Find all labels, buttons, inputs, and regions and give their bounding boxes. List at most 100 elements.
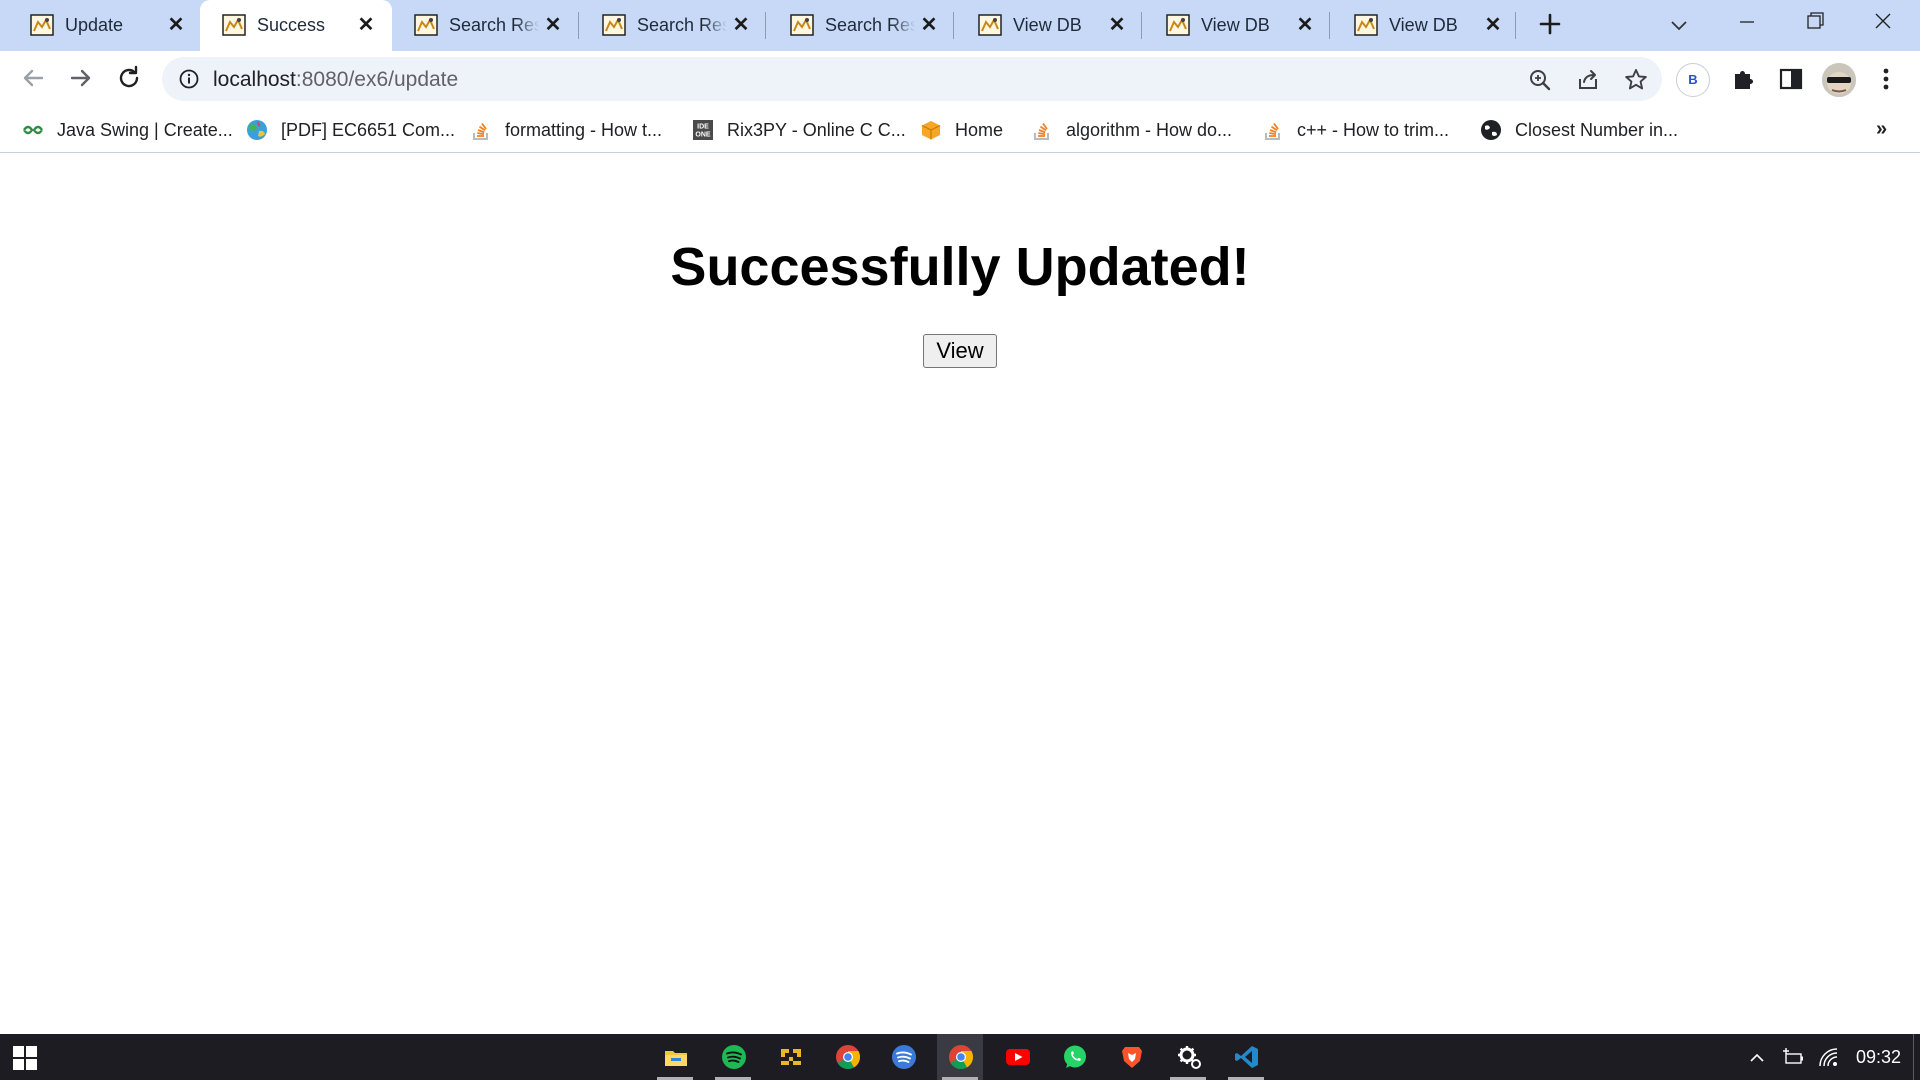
tab-separator — [578, 12, 579, 39]
taskbar-clock[interactable]: 09:32 — [1856, 1047, 1901, 1068]
taskbar-youtube[interactable] — [994, 1034, 1040, 1080]
tomcat-icon — [602, 14, 626, 36]
info-icon[interactable] — [178, 68, 200, 90]
avatar[interactable] — [1822, 63, 1856, 97]
close-icon[interactable]: ✕ — [1106, 13, 1128, 37]
bookmark-item[interactable]: IDE ONE Rix3PY - Online C C... — [692, 107, 906, 153]
reload-icon[interactable] — [112, 61, 146, 95]
taskbar-brave[interactable] — [1108, 1034, 1154, 1080]
bookmark-item[interactable]: Java Swing | Create... — [22, 107, 233, 153]
tomcat-icon — [1166, 14, 1190, 36]
file-explorer-icon — [665, 1051, 687, 1066]
close-icon[interactable]: ✕ — [1482, 13, 1504, 37]
bookmark-item[interactable]: [PDF] EC6651 Com... — [246, 107, 455, 153]
ideone-icon: IDE ONE — [693, 120, 713, 140]
tomcat-icon — [222, 14, 246, 36]
tab-search-results[interactable]: Search Results ✕ — [392, 0, 578, 51]
tab-title: Success — [257, 15, 326, 35]
close-icon[interactable]: ✕ — [355, 13, 377, 37]
settings-icon — [1178, 1046, 1201, 1069]
show-desktop-button[interactable] — [1913, 1034, 1914, 1080]
stackoverflow-icon — [1034, 122, 1049, 140]
taskbar-whatsapp[interactable] — [1051, 1034, 1097, 1080]
tomcat-icon — [30, 14, 54, 36]
forward-arrow-icon[interactable] — [64, 61, 98, 95]
url-text[interactable]: localhost:8080/ex6/update — [213, 68, 458, 92]
whatsapp-icon — [1064, 1045, 1086, 1068]
minimize-icon[interactable] — [1730, 4, 1764, 38]
close-icon[interactable]: ✕ — [1294, 13, 1316, 37]
taskbar-file-explorer[interactable] — [652, 1034, 698, 1080]
zoom-icon[interactable] — [1527, 67, 1553, 93]
tab-view-db[interactable]: View DB ✕ — [1332, 0, 1518, 51]
bookmark-item[interactable]: algorithm - How do... — [1031, 107, 1232, 153]
stackoverflow-icon — [473, 122, 488, 140]
window-close-icon[interactable] — [1866, 4, 1900, 38]
brave-icon — [1122, 1047, 1142, 1068]
close-icon[interactable]: ✕ — [918, 13, 940, 37]
extension-b-badge[interactable]: B — [1676, 63, 1710, 97]
taskbar-vscode[interactable] — [1223, 1034, 1269, 1080]
bookmark-label: [PDF] EC6651 Com... — [281, 119, 456, 140]
back-arrow-icon[interactable] — [16, 61, 50, 95]
bookmark-label: formatting - How t... — [505, 119, 663, 140]
tab-title: View DB — [1201, 15, 1270, 35]
tab-title: Update — [65, 15, 124, 35]
view-button[interactable]: View — [923, 334, 997, 368]
stackoverflow-icon — [1265, 122, 1280, 140]
browser-toolbar: localhost:8080/ex6/update B — [0, 51, 1920, 107]
tab-view-db[interactable]: View DB ✕ — [1144, 0, 1330, 51]
chevron-up-icon[interactable] — [1746, 1047, 1768, 1069]
new-tab-button[interactable] — [1534, 8, 1566, 42]
taskbar-chrome[interactable] — [824, 1034, 870, 1080]
bookmarks-overflow-button[interactable]: » — [1876, 118, 1896, 142]
gfg-icon — [23, 125, 43, 135]
bookmark-item[interactable]: formatting - How t... — [470, 107, 662, 153]
puzzle-extensions-icon[interactable] — [1729, 64, 1759, 94]
taskbar-settings[interactable] — [1165, 1034, 1211, 1080]
close-icon[interactable]: ✕ — [165, 13, 187, 37]
page-title: Successfully Updated! — [670, 237, 1250, 297]
tab-search-results[interactable]: Search Results ✕ — [768, 0, 954, 51]
tab-update[interactable]: Update ✕ — [8, 0, 194, 51]
close-icon[interactable]: ✕ — [542, 13, 564, 37]
taskbar-chrome-active[interactable] — [937, 1034, 983, 1080]
tab-success[interactable]: Success ✕ — [200, 0, 392, 51]
battery-icon[interactable] — [1782, 1047, 1804, 1069]
star-icon[interactable] — [1623, 67, 1649, 93]
vscode-icon — [1235, 1046, 1258, 1068]
windows-start-icon[interactable] — [12, 1045, 38, 1071]
close-icon[interactable]: ✕ — [730, 13, 752, 37]
svg-text:ONE: ONE — [695, 132, 711, 139]
wifi-icon[interactable] — [1818, 1047, 1840, 1069]
tab-search-results[interactable]: Search Results ✕ — [580, 0, 766, 51]
tomcat-icon — [978, 14, 1002, 36]
tab-view-db[interactable]: View DB ✕ — [956, 0, 1142, 51]
address-bar[interactable]: localhost:8080/ex6/update — [162, 57, 1662, 101]
bookmark-item[interactable]: Home — [920, 107, 1003, 153]
taskbar-git[interactable] — [767, 1034, 813, 1080]
bookmark-label: c++ - How to trim... — [1297, 119, 1450, 140]
chevron-down-icon[interactable] — [1664, 10, 1694, 40]
git-icon — [781, 1049, 801, 1065]
taskbar-spotify-alt[interactable] — [880, 1034, 926, 1080]
bookmark-item[interactable]: c++ - How to trim... — [1262, 107, 1449, 153]
bookmark-label: Java Swing | Create... — [57, 119, 233, 140]
bookmark-label: algorithm - How do... — [1066, 119, 1233, 140]
tomcat-icon — [1354, 14, 1378, 36]
spotify-alt-icon — [892, 1045, 916, 1069]
taskbar: 09:32 — [0, 1034, 1920, 1080]
bookmarks-bar: Java Swing | Create... [PDF] EC6651 Com.… — [0, 107, 1920, 153]
restore-icon[interactable] — [1798, 4, 1832, 38]
bookmark-label: Home — [955, 119, 1004, 140]
tomcat-icon — [790, 14, 814, 36]
bookmark-item[interactable]: Closest Number in... — [1480, 107, 1678, 153]
share-icon[interactable] — [1575, 67, 1601, 93]
url-path: :8080/ex6/update — [295, 68, 459, 91]
side-panel-icon[interactable] — [1776, 64, 1806, 94]
kebab-menu-icon[interactable] — [1876, 64, 1896, 94]
tab-title: Search Results — [449, 15, 539, 35]
taskbar-spotify[interactable] — [710, 1034, 756, 1080]
tab-separator — [953, 12, 954, 39]
tab-separator — [1329, 12, 1330, 39]
